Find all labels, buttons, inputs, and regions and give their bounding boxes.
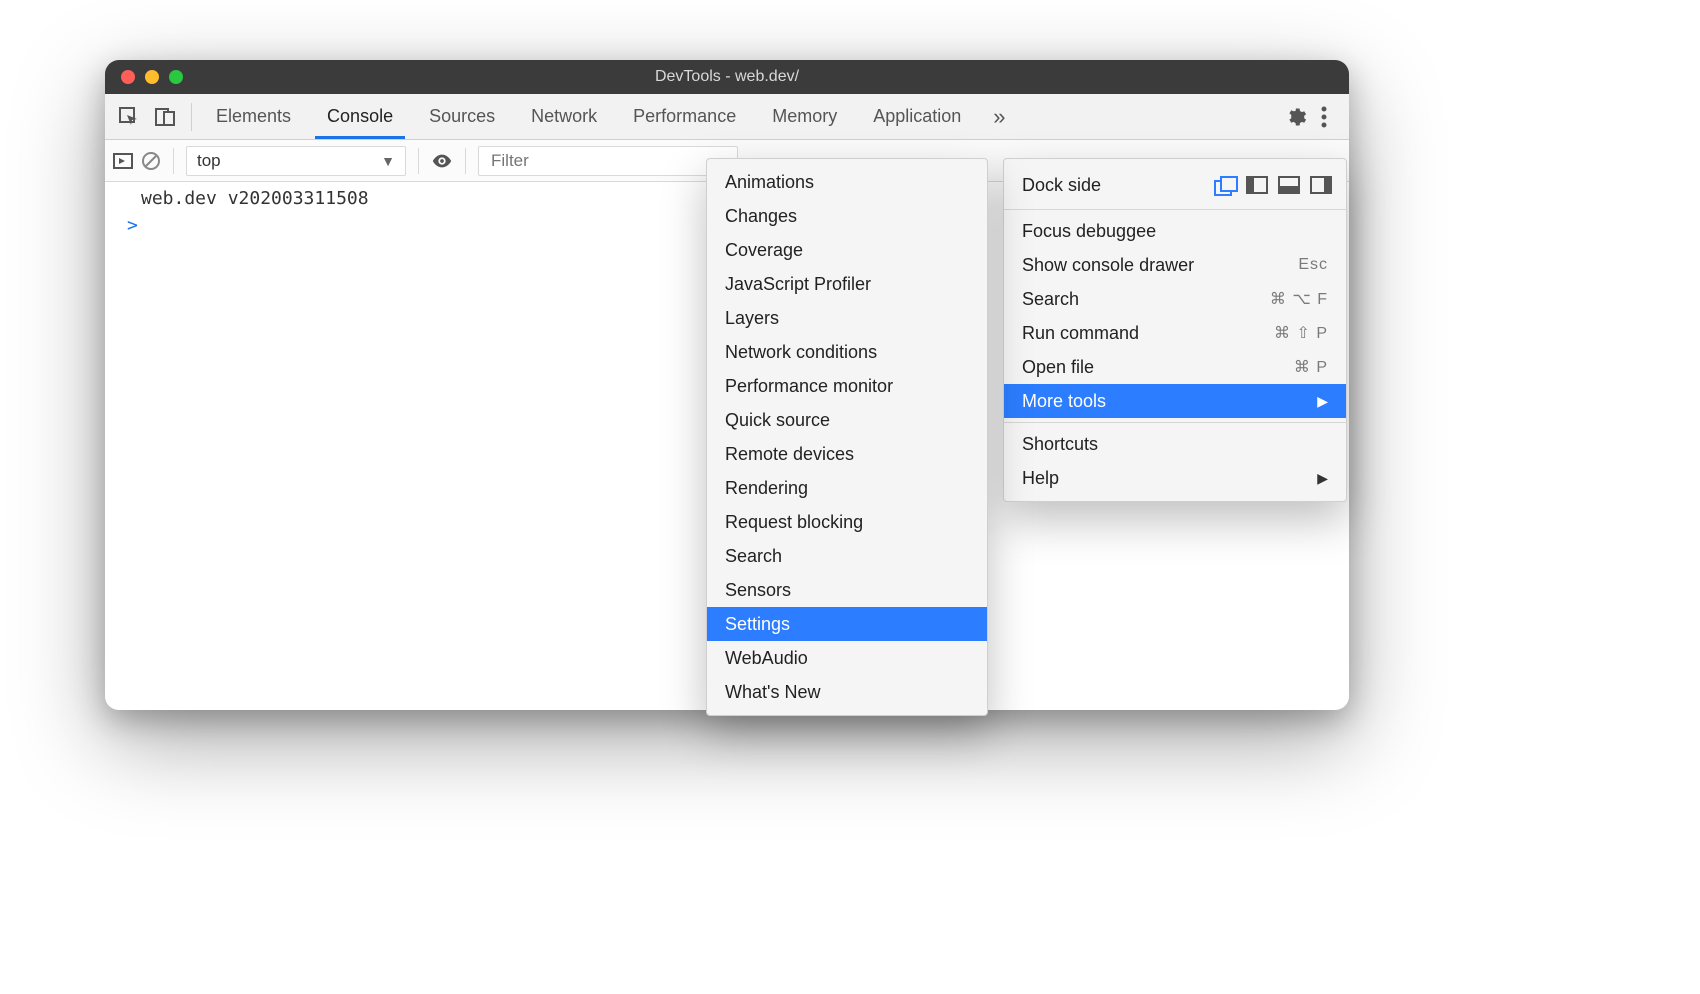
menu-item-search[interactable]: Search ⌘ ⌥ F (1004, 282, 1346, 316)
menu-item-label: Focus debuggee (1022, 221, 1156, 242)
submenu-item-layers[interactable]: Layers (707, 301, 987, 335)
tab-application[interactable]: Application (855, 94, 979, 139)
traffic-lights (121, 70, 183, 84)
window-title: DevTools - web.dev/ (105, 68, 1349, 86)
submenu-item-label: Coverage (725, 240, 803, 261)
more-tools-submenu: Animations Changes Coverage JavaScript Prof… (706, 158, 988, 716)
submenu-item-label: What's New (725, 682, 820, 703)
menu-item-shortcut: ⌘ P (1294, 357, 1328, 377)
menu-item-label: Open file (1022, 357, 1094, 378)
menu-item-focus-debuggee[interactable]: Focus debuggee (1004, 214, 1346, 248)
submenu-item-sensors[interactable]: Sensors (707, 573, 987, 607)
submenu-item-label: WebAudio (725, 648, 808, 669)
minimize-window-button[interactable] (145, 70, 159, 84)
submenu-item-performance-monitor[interactable]: Performance monitor (707, 369, 987, 403)
submenu-item-label: Settings (725, 614, 790, 635)
menu-item-open-file[interactable]: Open file ⌘ P (1004, 350, 1346, 384)
menu-item-show-console-drawer[interactable]: Show console drawer Esc (1004, 248, 1346, 282)
submenu-item-label: Animations (725, 172, 814, 193)
chevron-right-icon: ▶ (1317, 470, 1328, 487)
titlebar: DevTools - web.dev/ (105, 60, 1349, 94)
tab-network[interactable]: Network (513, 94, 615, 139)
menu-item-shortcut: ⌘ ⌥ F (1270, 289, 1328, 309)
submenu-item-label: Request blocking (725, 512, 863, 533)
submenu-item-label: Layers (725, 308, 779, 329)
submenu-item-label: Remote devices (725, 444, 854, 465)
chevron-right-icon: ▶ (1317, 393, 1328, 410)
dock-bottom-icon[interactable] (1278, 176, 1300, 194)
inspect-element-icon[interactable] (119, 107, 139, 127)
submenu-item-label: Sensors (725, 580, 791, 601)
submenu-item-label: Network conditions (725, 342, 877, 363)
tabs-overflow-button[interactable]: » (979, 94, 1019, 139)
dock-side-row: Dock side (1004, 165, 1346, 205)
separator (418, 148, 419, 174)
submenu-item-label: Quick source (725, 410, 830, 431)
submenu-item-animations[interactable]: Animations (707, 165, 987, 199)
panel-tabs-bar: ElementsConsoleSourcesNetworkPerformance… (105, 94, 1349, 140)
menu-item-label: More tools (1022, 391, 1106, 412)
submenu-item-remote-devices[interactable]: Remote devices (707, 437, 987, 471)
dock-side-label: Dock side (1022, 175, 1101, 196)
menu-item-label: Search (1022, 289, 1079, 310)
tab-performance[interactable]: Performance (615, 94, 754, 139)
submenu-item-coverage[interactable]: Coverage (707, 233, 987, 267)
menu-separator (1004, 209, 1346, 210)
submenu-item-request-blocking[interactable]: Request blocking (707, 505, 987, 539)
menu-item-shortcut: ⌘ ⇧ P (1274, 323, 1328, 343)
separator (191, 103, 192, 131)
clear-console-icon[interactable] (141, 151, 161, 171)
menu-item-shortcuts[interactable]: Shortcuts (1004, 427, 1346, 461)
submenu-item-quick-source[interactable]: Quick source (707, 403, 987, 437)
submenu-item-label: JavaScript Profiler (725, 274, 871, 295)
device-toolbar-icon[interactable] (155, 107, 175, 127)
submenu-item-label: Search (725, 546, 782, 567)
live-expression-icon[interactable] (431, 150, 453, 172)
separator (465, 148, 466, 174)
submenu-item-search[interactable]: Search (707, 539, 987, 573)
submenu-item-label: Performance monitor (725, 376, 893, 397)
close-window-button[interactable] (121, 70, 135, 84)
submenu-item-webaudio[interactable]: WebAudio (707, 641, 987, 675)
tab-memory[interactable]: Memory (754, 94, 855, 139)
sidebar-toggle-icon[interactable] (113, 151, 133, 171)
submenu-item-what-s-new[interactable]: What's New (707, 675, 987, 709)
menu-item-label: Shortcuts (1022, 434, 1098, 455)
separator (173, 148, 174, 174)
execution-context-select[interactable]: top ▼ (186, 146, 406, 176)
menu-item-run-command[interactable]: Run command ⌘ ⇧ P (1004, 316, 1346, 350)
menu-separator (1004, 422, 1346, 423)
chevron-down-icon: ▼ (381, 153, 395, 169)
maximize-window-button[interactable] (169, 70, 183, 84)
dock-side-icons (1214, 176, 1332, 194)
menu-item-label: Run command (1022, 323, 1139, 344)
submenu-item-rendering[interactable]: Rendering (707, 471, 987, 505)
main-menu: Dock side Focus debuggee Show console dra… (1003, 158, 1347, 502)
menu-item-label: Show console drawer (1022, 255, 1194, 276)
submenu-item-changes[interactable]: Changes (707, 199, 987, 233)
tab-sources[interactable]: Sources (411, 94, 513, 139)
tab-console[interactable]: Console (309, 94, 411, 139)
filter-input[interactable] (478, 146, 738, 176)
dock-left-icon[interactable] (1246, 176, 1268, 194)
submenu-item-label: Changes (725, 206, 797, 227)
menu-item-more-tools[interactable]: More tools ▶ (1004, 384, 1346, 418)
execution-context-value: top (197, 151, 221, 171)
dock-right-icon[interactable] (1310, 176, 1332, 194)
gear-icon[interactable] (1285, 106, 1307, 128)
submenu-item-network-conditions[interactable]: Network conditions (707, 335, 987, 369)
dock-undock-icon[interactable] (1214, 176, 1236, 194)
kebab-menu-icon[interactable] (1321, 106, 1327, 128)
menu-item-shortcut: Esc (1298, 256, 1328, 274)
tab-elements[interactable]: Elements (198, 94, 309, 139)
submenu-item-javascript-profiler[interactable]: JavaScript Profiler (707, 267, 987, 301)
menu-item-label: Help (1022, 468, 1059, 489)
menu-item-help[interactable]: Help ▶ (1004, 461, 1346, 495)
submenu-item-settings[interactable]: Settings (707, 607, 987, 641)
submenu-item-label: Rendering (725, 478, 808, 499)
